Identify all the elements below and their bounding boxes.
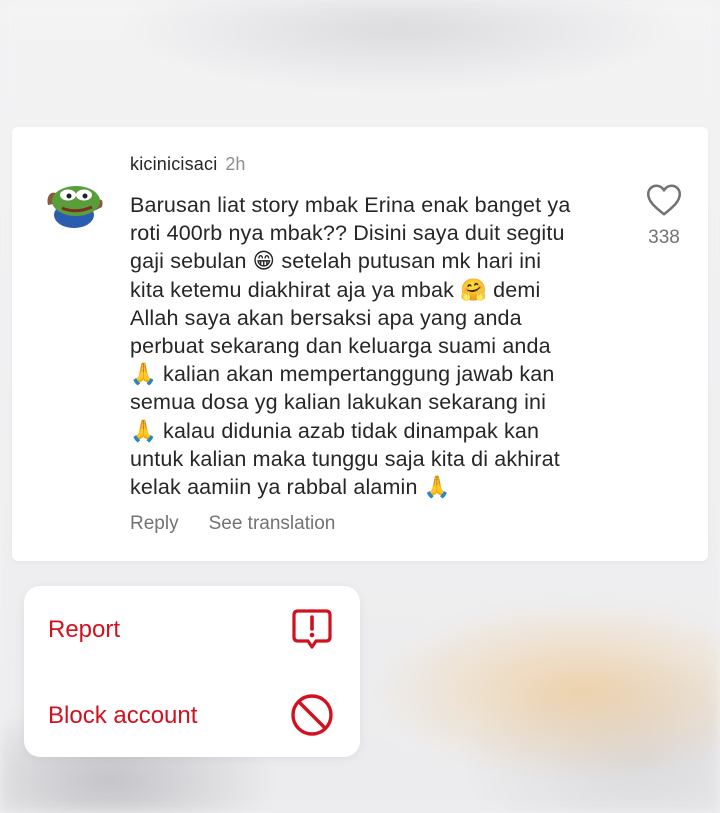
see-translation-button[interactable]: See translation bbox=[209, 513, 336, 534]
comment-card: kicinicisaci 2h Barusan liat story mbak E… bbox=[12, 127, 708, 561]
comment-header: kicinicisaci 2h bbox=[130, 154, 245, 175]
timestamp: 2h bbox=[225, 154, 246, 174]
reply-button[interactable]: Reply bbox=[130, 513, 179, 534]
comment-actions: Reply See translation bbox=[130, 513, 335, 535]
menu-item-label: Report bbox=[48, 616, 121, 643]
comment-text: Barusan liat story mbak Erina enak bange… bbox=[130, 193, 571, 500]
username[interactable]: kicinicisaci bbox=[130, 154, 217, 174]
block-icon bbox=[291, 694, 333, 736]
menu-item-block-account[interactable]: Block account bbox=[24, 672, 360, 757]
comment-options-menu: Report Block account bbox=[24, 586, 360, 757]
like-count: 338 bbox=[648, 227, 680, 248]
heart-icon[interactable] bbox=[646, 183, 682, 217]
report-icon bbox=[292, 609, 332, 649]
menu-item-report[interactable]: Report bbox=[24, 586, 360, 671]
menu-item-label: Block account bbox=[48, 702, 198, 729]
avatar[interactable] bbox=[34, 179, 110, 231]
